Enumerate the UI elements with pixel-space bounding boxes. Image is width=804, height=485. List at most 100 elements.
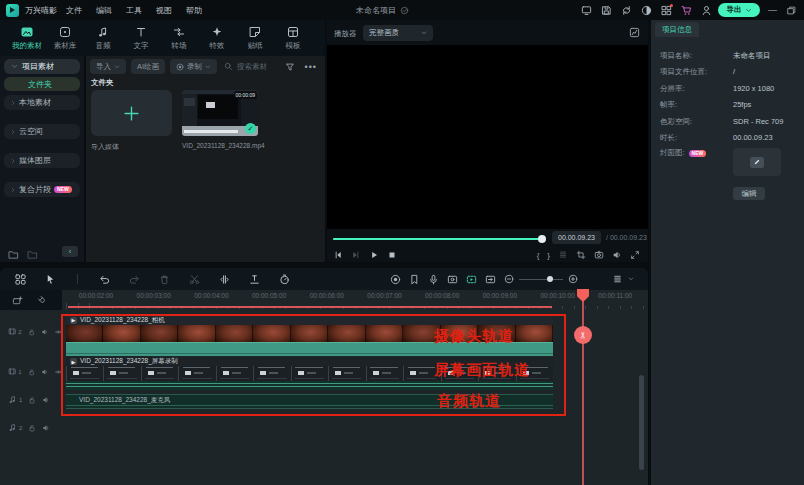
select-tool-icon[interactable] [45, 274, 56, 285]
mute-icon[interactable] [41, 328, 48, 336]
tab-贴纸[interactable]: 贴纸 [236, 20, 274, 56]
new-folder-icon[interactable] [8, 249, 19, 260]
timeline-scrollbar[interactable] [639, 375, 644, 470]
volume-icon[interactable] [612, 250, 622, 260]
cart-icon[interactable] [681, 5, 692, 16]
seek-slider[interactable] [333, 235, 545, 243]
play-icon: ▶ [70, 358, 77, 365]
crop-tool-icon[interactable] [249, 274, 260, 285]
mark-out-button[interactable]: } [547, 251, 550, 260]
play-dim-icon[interactable] [351, 250, 361, 260]
minimize-button[interactable]: — [768, 5, 777, 15]
note-icon [97, 26, 109, 38]
tab-project-info[interactable]: 项目信息 [655, 22, 699, 37]
zoom-slider[interactable] [519, 275, 563, 283]
clip-screen-audio[interactable] [66, 381, 553, 390]
stop-icon[interactable] [387, 250, 397, 260]
timeline-toolbar [0, 268, 648, 290]
marker-flag-icon[interactable] [409, 274, 420, 285]
apps-icon[interactable] [661, 5, 672, 16]
prevframe-icon[interactable] [333, 250, 343, 260]
save-icon[interactable] [601, 5, 612, 16]
sidebar-header-project-media[interactable]: 项目素材 [4, 59, 80, 74]
visibility-icon[interactable] [55, 328, 62, 336]
lock-icon[interactable] [28, 396, 36, 404]
tab-音频[interactable]: 音频 [84, 20, 122, 56]
sidebar-item-3[interactable]: 复合片段NEW [4, 182, 80, 197]
tab-转场[interactable]: 转场 [160, 20, 198, 56]
tab-我的素材[interactable]: 我的素材 [8, 20, 46, 56]
snapshot-icon[interactable] [594, 250, 604, 260]
fullscreen-icon[interactable] [630, 250, 640, 260]
magnet-icon[interactable] [37, 295, 48, 306]
zoom-in-icon[interactable] [568, 274, 578, 284]
more-options-button[interactable]: ••• [305, 62, 317, 72]
cover-thumbnail[interactable] [733, 148, 781, 176]
mute-icon[interactable] [42, 396, 50, 404]
mute-icon[interactable] [42, 424, 50, 432]
menu-1[interactable]: 编辑 [96, 5, 112, 16]
sidebar-item-folder[interactable]: 文件夹 [4, 77, 80, 91]
scopes-icon[interactable] [629, 27, 640, 38]
collapse-sidebar-button[interactable]: ‹ [62, 246, 78, 257]
mark-in-button[interactable]: { [537, 251, 540, 260]
render-icon[interactable] [390, 274, 401, 285]
lock-icon[interactable] [28, 424, 36, 432]
speed-icon[interactable] [279, 274, 290, 285]
redo-icon[interactable] [129, 274, 140, 285]
preview-render-icon[interactable] [466, 274, 477, 285]
import-media-card[interactable] [91, 90, 172, 136]
record-button[interactable]: 录制 [170, 59, 217, 74]
tab-文字[interactable]: 文字 [122, 20, 160, 56]
sidebar-item-1[interactable]: 云空间 [4, 124, 80, 139]
tab-模板[interactable]: 模板 [274, 20, 312, 56]
voiceover-icon[interactable] [428, 274, 439, 285]
play-icon[interactable] [369, 250, 379, 260]
export-button[interactable]: 导出 [718, 3, 760, 17]
seek-knob[interactable] [538, 235, 546, 243]
search-input[interactable]: 搜索素材 [224, 62, 267, 72]
clip-camera-filmstrip[interactable] [66, 325, 553, 342]
ai-paint-button[interactable]: AI绘画 [131, 59, 165, 74]
crop-icon[interactable] [576, 250, 586, 260]
filter-icon[interactable] [285, 62, 295, 72]
screen-split-icon[interactable] [447, 274, 458, 285]
contrast-icon[interactable] [641, 5, 652, 16]
add-track-icon[interactable] [12, 295, 23, 306]
edit-button[interactable]: 编辑 [733, 187, 765, 200]
quality-dropdown[interactable]: 完整画质 [363, 25, 433, 41]
track-height-icon[interactable] [612, 274, 623, 285]
menu-2[interactable]: 工具 [126, 5, 142, 16]
menu-3[interactable]: 视图 [156, 5, 172, 16]
zoom-out-icon[interactable] [504, 274, 514, 284]
export-clip-icon[interactable] [485, 274, 496, 285]
restore-button[interactable] [787, 6, 796, 15]
delete-icon[interactable] [159, 274, 170, 285]
sync-icon[interactable] [621, 5, 632, 16]
delete-folder-icon[interactable] [27, 249, 38, 260]
split-icon[interactable] [219, 274, 230, 285]
mute-icon[interactable] [41, 368, 48, 376]
media-view-icon[interactable] [15, 274, 26, 285]
cut-icon[interactable] [189, 274, 200, 285]
user-icon[interactable] [701, 5, 712, 16]
tab-素材库[interactable]: 素材库 [46, 20, 84, 56]
display-icon[interactable] [581, 5, 592, 16]
edit-cover-button[interactable] [750, 157, 764, 168]
lock-icon[interactable] [28, 368, 35, 376]
visibility-icon[interactable] [55, 368, 62, 376]
list-icon[interactable] [558, 250, 568, 260]
sidebar-item-0[interactable]: 本地素材 [4, 95, 80, 110]
video-thumbnail-card[interactable]: 00:00:09 ✓ [182, 90, 258, 136]
tab-特效[interactable]: 特效 [198, 20, 236, 56]
clip-mic-audio[interactable]: VID_20231128_234228_麦克风 [66, 394, 553, 409]
clip-camera-audio[interactable] [66, 342, 553, 356]
lock-icon[interactable] [28, 328, 35, 336]
menu-0[interactable]: 文件 [66, 5, 82, 16]
sidebar-item-2[interactable]: 媒体图层 [4, 153, 80, 168]
undo-icon[interactable] [99, 274, 110, 285]
clip-screen-filmstrip[interactable] [66, 366, 553, 381]
timeline-ruler[interactable]: 00:00:02:0000:00:03:0000:00:04:0000:00:0… [62, 290, 648, 310]
import-button[interactable]: 导入 [90, 59, 126, 74]
menu-4[interactable]: 帮助 [186, 5, 202, 16]
